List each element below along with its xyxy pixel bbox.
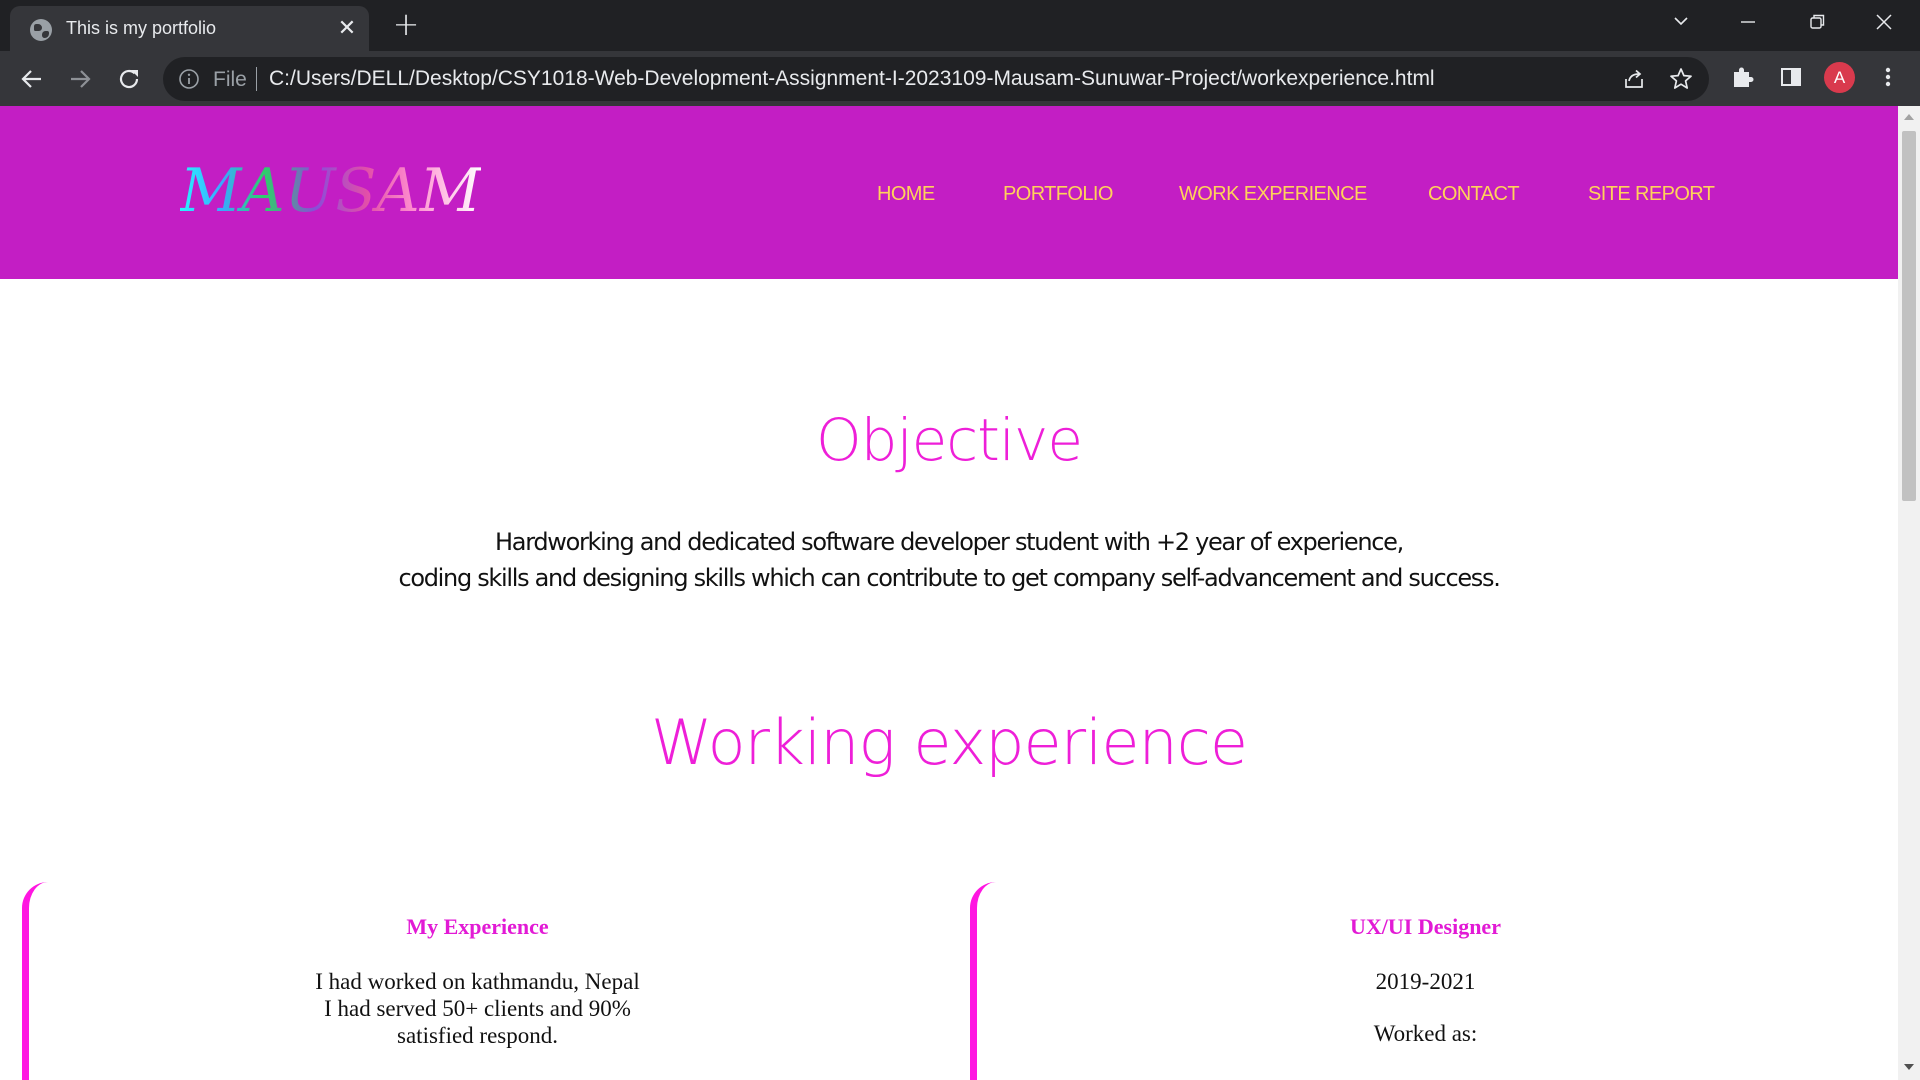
card-heading: My Experience: [406, 914, 549, 939]
star-icon[interactable]: [1668, 66, 1694, 92]
close-icon[interactable]: [1864, 8, 1904, 36]
scheme-label: File: [213, 68, 247, 91]
uxui-designer-card: UX/UI Designer 2019-2021 Worked as:: [970, 882, 1874, 1080]
profile-avatar[interactable]: A: [1824, 62, 1855, 93]
vertical-scrollbar[interactable]: [1898, 106, 1920, 1080]
chevron-down-icon[interactable]: [1661, 8, 1701, 36]
card-line: I had worked on kathmandu, Nepal: [315, 969, 640, 994]
page-viewport: MAUSAM HOME PORTFOLIO WORK EXPERIENCE CO…: [0, 106, 1898, 1080]
plus-icon[interactable]: +: [389, 8, 423, 42]
nav-link-home[interactable]: HOME: [877, 183, 935, 206]
globe-icon: [30, 19, 52, 41]
card-line: I had served 50+ clients and 90%: [324, 996, 631, 1021]
omnibox-divider: [256, 67, 257, 91]
back-arrow-icon[interactable]: [14, 61, 50, 97]
card-role-label: Worked as:: [1373, 1021, 1478, 1046]
card-years: 2019-2021: [1375, 969, 1476, 994]
nav-link-portfolio[interactable]: PORTFOLIO: [1003, 183, 1113, 206]
scroll-up-arrow-icon[interactable]: [1904, 114, 1914, 120]
share-icon[interactable]: [1621, 66, 1647, 92]
browser-tab-strip: This is my portfolio ✕ +: [0, 0, 1920, 51]
forward-arrow-icon[interactable]: [62, 61, 98, 97]
nav-link-site-report[interactable]: SITE REPORT: [1588, 183, 1715, 206]
card-line: satisfied respond.: [397, 1023, 558, 1048]
experience-card: My Experience I had worked on kathmandu,…: [22, 882, 926, 1080]
site-header: MAUSAM HOME PORTFOLIO WORK EXPERIENCE CO…: [0, 106, 1898, 279]
card-body: I had worked on kathmandu, Nepal I had s…: [29, 968, 926, 1049]
info-icon[interactable]: [178, 68, 200, 90]
objective-heading: Objective: [815, 406, 1083, 474]
kebab-menu-icon[interactable]: [1876, 62, 1900, 92]
restore-icon[interactable]: [1797, 8, 1837, 36]
url-text[interactable]: C:/Users/DELL/Desktop/CSY1018-Web-Develo…: [269, 67, 1435, 91]
scroll-down-arrow-icon[interactable]: [1904, 1064, 1914, 1070]
objective-line: coding skills and designing skills which…: [398, 564, 1500, 592]
browser-tab-active[interactable]: This is my portfolio ✕: [10, 6, 369, 51]
close-icon[interactable]: ✕: [332, 14, 362, 44]
minimize-icon[interactable]: [1728, 8, 1768, 36]
site-logo[interactable]: MAUSAM: [180, 156, 481, 226]
tab-title: This is my portfolio: [66, 18, 217, 38]
address-bar[interactable]: File C:/Users/DELL/Desktop/CSY1018-Web-D…: [163, 57, 1709, 101]
card-heading: UX/UI Designer: [1350, 914, 1501, 939]
nav-link-work-experience[interactable]: WORK EXPERIENCE: [1179, 183, 1367, 206]
objective-line: Hardworking and dedicated software devel…: [495, 528, 1404, 556]
objective-text: Hardworking and dedicated software devel…: [0, 524, 1898, 596]
scrollbar-thumb[interactable]: [1902, 131, 1916, 501]
working-experience-heading: Working experience: [650, 706, 1248, 779]
side-panel-icon[interactable]: [1776, 62, 1806, 92]
reload-icon[interactable]: [111, 61, 147, 97]
browser-toolbar: File C:/Users/DELL/Desktop/CSY1018-Web-D…: [0, 51, 1920, 106]
puzzle-icon[interactable]: [1728, 62, 1758, 92]
nav-link-contact[interactable]: CONTACT: [1428, 183, 1520, 206]
